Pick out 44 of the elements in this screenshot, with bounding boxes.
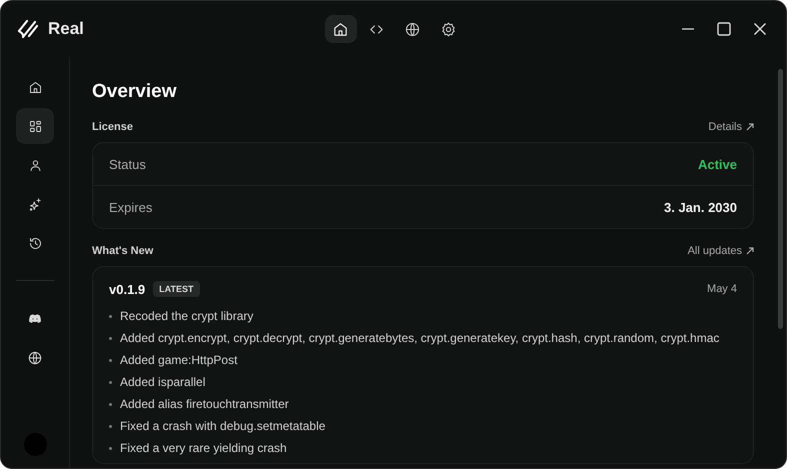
field-label: Expires: [109, 200, 152, 214]
history-icon: [28, 236, 42, 250]
change-item: Fixed a crash with debug.setmetatable: [120, 419, 326, 433]
dashboard-icon: [28, 118, 42, 134]
change-item: Added game:HttpPost: [120, 353, 238, 367]
app-title: Real: [48, 19, 84, 39]
toolbar-tab[interactable]: [324, 15, 356, 43]
bullet-icon: [109, 358, 112, 362]
bullet-icon: [109, 424, 112, 428]
latest-badge: LATEST: [153, 281, 200, 297]
arrow-icon: [746, 247, 754, 255]
bullet-icon: [109, 314, 112, 318]
arrow-icon: [746, 123, 754, 131]
globe-icon: [27, 350, 43, 366]
change-item: Added isparallel: [120, 375, 206, 389]
change-item: Fixed a very rare yielding crash: [120, 441, 287, 455]
settings-icon: [440, 20, 457, 38]
change-item: Added alias firetouchtransmitter: [120, 397, 289, 411]
bullet-icon: [109, 446, 112, 450]
sparkles-icon: [28, 196, 42, 212]
details-link[interactable]: Details: [708, 121, 754, 133]
all-updates-link[interactable]: All updates: [688, 245, 754, 257]
status-value: Active: [698, 156, 737, 172]
close-icon: [753, 22, 767, 36]
globe-icon: [404, 20, 421, 38]
section-heading: What's New: [92, 245, 154, 257]
bullet-icon: [109, 336, 112, 340]
maximize-icon: [717, 22, 731, 36]
page-title: Overview: [92, 81, 178, 103]
section-heading: License: [92, 121, 133, 133]
change-item: Added crypt.encrypt, crypt.decrypt, crypt.generatebytes, crypt.generatekey, crypt.hash, crypt.random, crypt.hmac: [120, 331, 720, 345]
home-icon: [28, 80, 42, 94]
user-icon: [28, 158, 42, 172]
field-value: 3. Jan. 2030: [664, 200, 737, 214]
sidebar-item[interactable]: [16, 108, 54, 144]
bullet-icon: [109, 380, 112, 384]
bullet-icon: [109, 402, 112, 406]
scrollbar[interactable]: [778, 69, 783, 329]
field-label: Status: [109, 156, 146, 172]
logo-icon: [17, 19, 39, 39]
change-item: Recoded the crypt library: [120, 309, 254, 323]
release-date: May 4: [707, 283, 737, 295]
home-icon: [332, 20, 349, 38]
release-version: v0.1.9: [109, 282, 146, 296]
